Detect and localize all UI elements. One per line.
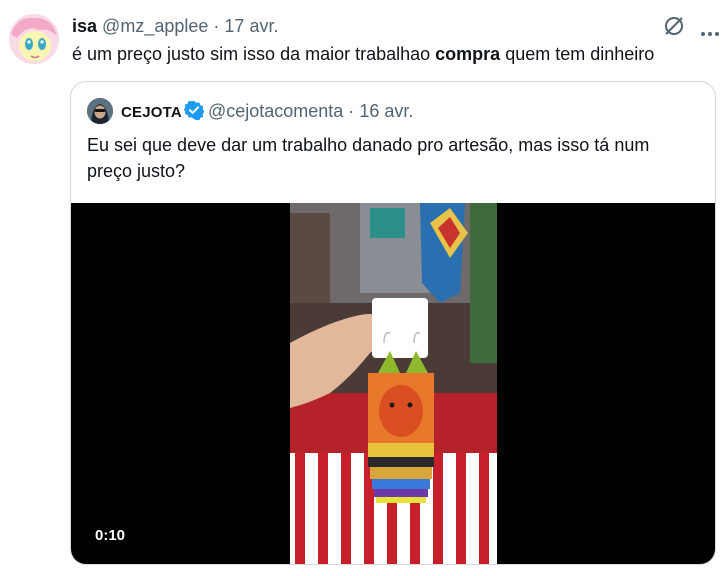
avatar[interactable] — [9, 14, 59, 64]
tweet-text-bold: compra — [435, 44, 501, 64]
quoted-handle[interactable]: @cejotacomenta — [208, 101, 343, 121]
more-icon[interactable] — [700, 24, 720, 36]
display-name[interactable]: isa — [72, 16, 97, 36]
tweet-header: isa @mz_applee · 17 avr. — [72, 14, 278, 38]
quoted-timestamp[interactable]: 16 avr. — [359, 101, 413, 121]
separator: · — [213, 16, 220, 36]
verified-badge-icon — [183, 100, 204, 120]
quoted-text: Eu sei que deve dar um trabalho danado p… — [87, 135, 650, 181]
tweet-text-part: é um preço justo sim isso da maior traba… — [72, 44, 436, 64]
handle[interactable]: @mz_applee — [102, 16, 208, 36]
video-player[interactable]: 0:10 — [71, 203, 715, 564]
video-frame — [290, 203, 497, 564]
video-timestamp: 0:10 — [87, 523, 134, 548]
avatar-image — [9, 14, 59, 64]
video-thumbnail — [290, 203, 497, 564]
tweet-text: é um preço justo sim isso da maior traba… — [72, 42, 654, 66]
timestamp[interactable]: 17 avr. — [224, 16, 278, 36]
quoted-tweet[interactable]: CEJOTA @cejotacomenta · 16 avr. Eu sei q… — [70, 81, 716, 565]
grok-icon[interactable] — [662, 14, 686, 38]
quoted-display-name[interactable]: CEJOTA — [121, 104, 182, 121]
separator: · — [348, 101, 355, 121]
quoted-avatar[interactable] — [87, 98, 113, 124]
quoted-header: CEJOTA @cejotacomenta · 16 avr. — [121, 99, 413, 125]
tweet-text-part: quem tem dinheiro — [500, 44, 655, 64]
